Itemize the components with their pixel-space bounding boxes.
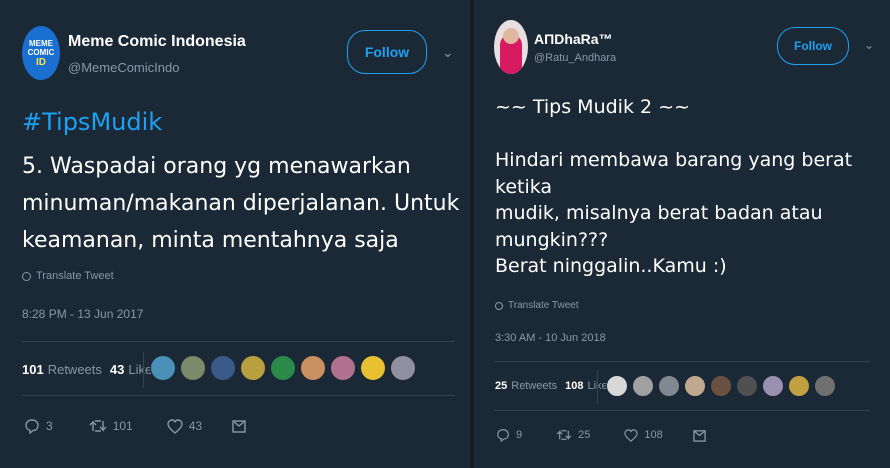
- liker-avatar[interactable]: [300, 355, 326, 381]
- message-action[interactable]: [232, 419, 246, 433]
- reply-count: 9: [516, 429, 523, 441]
- liker-avatar[interactable]: [240, 355, 266, 381]
- liker-avatar[interactable]: [684, 375, 706, 397]
- reply-action[interactable]: 3: [24, 418, 53, 434]
- liker-avatar[interactable]: [762, 375, 784, 397]
- follow-button[interactable]: Follow: [347, 30, 427, 74]
- liker-avatar[interactable]: [150, 355, 176, 381]
- avatar-text-1: MEME: [29, 38, 53, 48]
- translate-label: Translate Tweet: [508, 300, 579, 311]
- like-action[interactable]: 43: [167, 418, 203, 434]
- reply-count: 3: [46, 419, 53, 433]
- chevron-down-icon[interactable]: ⌄: [442, 44, 454, 61]
- divider: [495, 361, 870, 362]
- engagement-stats: 25 Retweets 108 Likes: [495, 380, 621, 392]
- tweet-card-left: MEME COMIC ID Meme Comic Indonesia @Meme…: [0, 0, 470, 468]
- likers-avatars: [606, 375, 840, 397]
- envelope-icon: [232, 420, 246, 433]
- divider: [22, 341, 455, 342]
- liker-avatar[interactable]: [736, 375, 758, 397]
- envelope-icon: [693, 429, 706, 442]
- avatar[interactable]: MEME COMIC ID: [22, 26, 60, 80]
- avatar-text-2: COMIC: [27, 47, 55, 57]
- liker-avatar[interactable]: [710, 375, 732, 397]
- liker-avatar[interactable]: [788, 375, 810, 397]
- retweets-label: Retweets: [511, 380, 558, 392]
- display-name[interactable]: Meme Comic Indonesia: [68, 33, 246, 51]
- liker-avatar[interactable]: [210, 355, 236, 381]
- likes-count: 43: [109, 362, 125, 377]
- liker-avatar[interactable]: [814, 375, 836, 397]
- liker-avatar[interactable]: [330, 355, 356, 381]
- divider: [495, 410, 870, 411]
- avatar-text-3: ID: [36, 56, 46, 68]
- heart-icon: [167, 418, 183, 434]
- action-bar: 3 101 43: [24, 418, 246, 434]
- retweet-count: 25: [578, 429, 591, 441]
- like-count: 108: [644, 429, 663, 441]
- avatar[interactable]: [494, 20, 528, 74]
- avatar-face: [503, 28, 519, 44]
- reply-icon: [25, 419, 39, 434]
- liker-avatar[interactable]: [180, 355, 206, 381]
- retweets-count: 25: [495, 380, 508, 392]
- translate-tweet-link[interactable]: Translate Tweet: [22, 270, 114, 282]
- liker-avatar[interactable]: [360, 355, 386, 381]
- hashtag[interactable]: #TipsMudik: [22, 108, 162, 136]
- globe-icon: [495, 301, 503, 310]
- likers-avatars: [150, 355, 420, 381]
- display-name[interactable]: ΑΠDhaRa™: [534, 31, 613, 47]
- likes-count: 108: [565, 380, 584, 392]
- like-count: 43: [188, 419, 203, 433]
- timestamp[interactable]: 8:28 PM - 13 Jun 2017: [22, 307, 143, 321]
- liker-avatar[interactable]: [658, 375, 680, 397]
- handle[interactable]: @MemeComicIndo: [68, 60, 179, 75]
- retweets-stat[interactable]: 101 Retweets: [22, 362, 102, 377]
- handle[interactable]: @Ratu_Andhara: [534, 52, 616, 64]
- follow-button[interactable]: Follow: [777, 27, 849, 65]
- stats-separator: [597, 370, 598, 404]
- heart-icon: [624, 428, 639, 442]
- globe-icon: [22, 271, 31, 281]
- translate-label: Translate Tweet: [36, 270, 114, 282]
- retweets-label: Retweets: [47, 362, 102, 377]
- retweet-action[interactable]: 25: [556, 429, 590, 441]
- retweets-stat[interactable]: 25 Retweets: [495, 380, 557, 392]
- liker-avatar[interactable]: [390, 355, 416, 381]
- retweet-count: 101: [112, 419, 133, 433]
- liker-avatar[interactable]: [606, 375, 628, 397]
- translate-tweet-link[interactable]: Translate Tweet: [495, 300, 579, 311]
- tweet-card-right: ΑΠDhaRa™ @Ratu_Andhara Follow ⌄ ~~ Tips …: [474, 0, 890, 468]
- reply-action[interactable]: 9: [496, 428, 522, 442]
- retweets-count: 101: [22, 362, 44, 377]
- tweet-body: ~~ Tips Mudik 2 ~~ Hindari membawa baran…: [495, 96, 853, 277]
- message-action[interactable]: [693, 429, 706, 442]
- liker-avatar[interactable]: [270, 355, 296, 381]
- retweet-action[interactable]: 101: [89, 419, 133, 433]
- retweet-icon: [556, 430, 572, 440]
- tweet-body: 5. Waspadai orang yg menawarkan minuman/…: [22, 154, 460, 253]
- like-action[interactable]: 108: [624, 428, 663, 442]
- action-bar: 9 25 108: [496, 428, 706, 442]
- chevron-down-icon[interactable]: ⌄: [864, 38, 874, 52]
- reply-icon: [497, 429, 509, 442]
- stats-separator: [143, 352, 144, 388]
- divider: [22, 395, 455, 396]
- retweet-icon: [89, 420, 107, 432]
- engagement-stats: 101Retweets 43Likes: [22, 362, 167, 377]
- liker-avatar[interactable]: [632, 375, 654, 397]
- timestamp[interactable]: 3:30 AM - 10 Jun 2018: [495, 332, 606, 344]
